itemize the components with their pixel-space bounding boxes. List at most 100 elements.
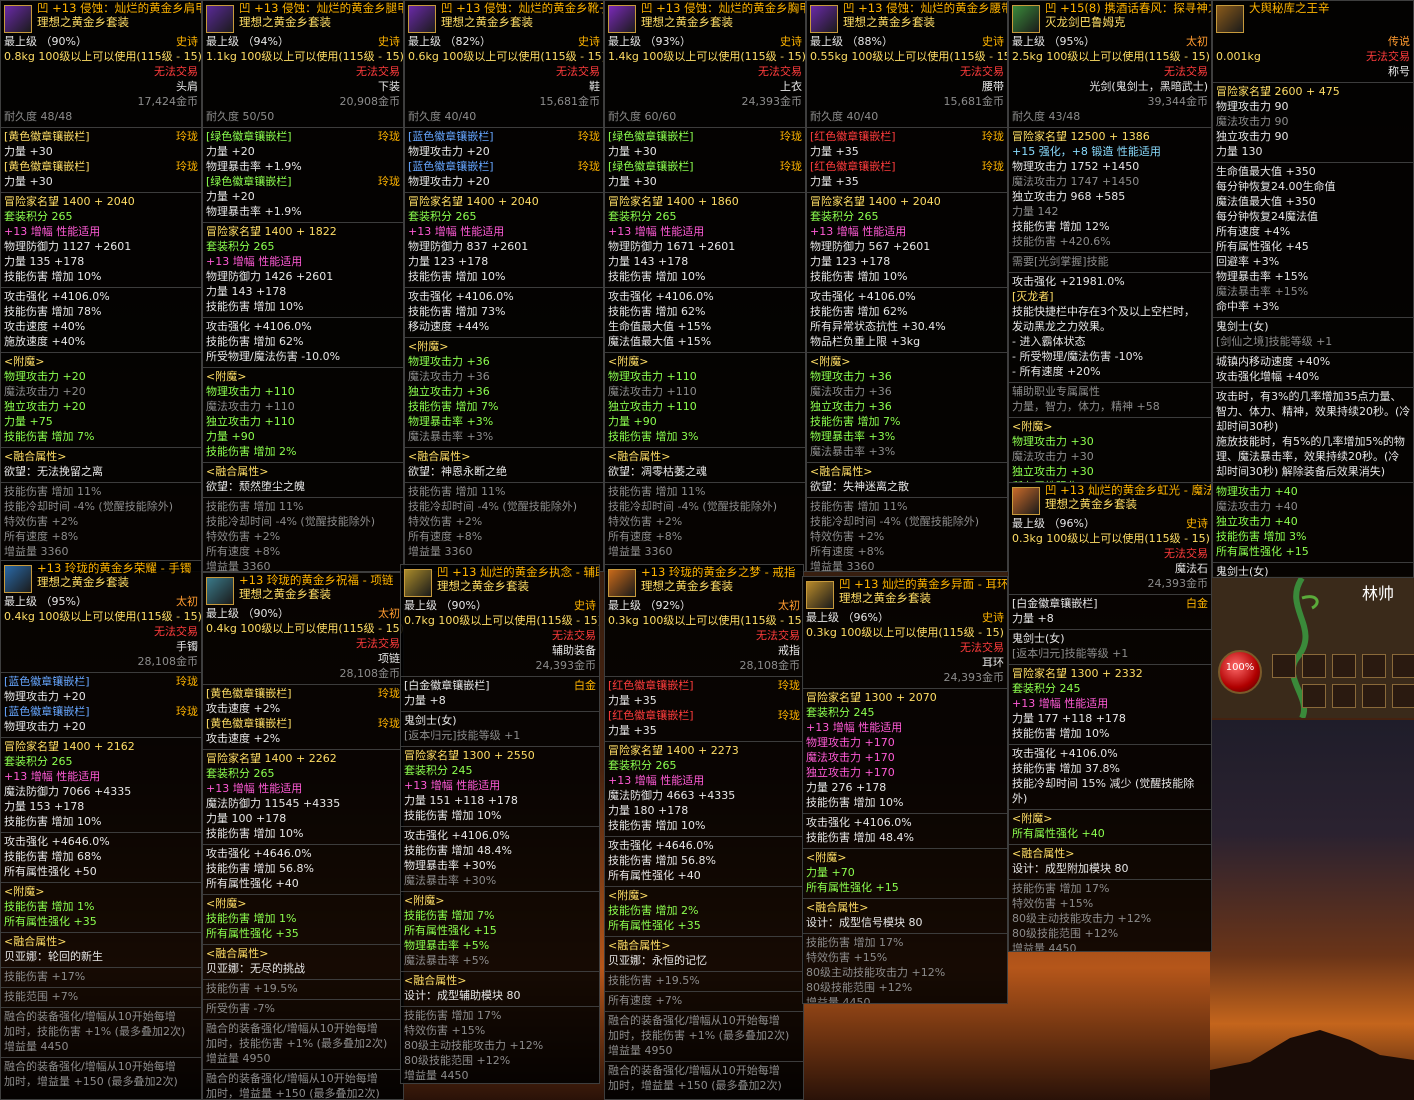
stat-value: 玲珑 [176, 705, 198, 718]
tooltip-divider [803, 933, 1007, 934]
stat-line: 物理攻击力 +20 [405, 145, 603, 160]
stat-text: +13 增幅 性能适用 [4, 225, 101, 238]
stat-text: [蓝色徽章镶嵌栏] [408, 160, 494, 173]
tooltip-divider [203, 317, 403, 318]
stat-text: 所有属性强化 +35 [608, 919, 701, 932]
stat-line: 力量 +35 [605, 694, 803, 709]
stat-text: 技能伤害 增加 10% [608, 819, 706, 832]
stat-text: 技能伤害 增加 37.8% [1012, 762, 1120, 775]
item-tooltip: 凹 +13 侵蚀：灿烂的黄金乡肩甲 理想之黄金乡套装 最上级 （90%） 史诗 0.8k… [0, 0, 202, 572]
skill-slot[interactable] [1362, 684, 1386, 708]
tooltip-header: 凹 +13 侵蚀：灿烂的黄金乡肩甲 理想之黄金乡套装 [1, 1, 201, 35]
stat-line: 最上级 （94%） 史诗 [203, 35, 403, 50]
stat-value: 太初 [778, 599, 800, 612]
stat-line: 技能伤害 增加 11% [405, 485, 603, 500]
stat-line: 技能伤害 增加 10% [605, 819, 803, 834]
stat-line: 力量 130 [1213, 145, 1413, 160]
stat-value: 头肩 [176, 80, 198, 93]
stat-text: 融合的装备强化/增幅从10开始每增 [4, 1010, 176, 1023]
stat-value: 24,393金币 [1147, 577, 1209, 590]
stat-line: 技能范围 +7% [1, 990, 201, 1005]
item-name: 凹 +13 灿烂的黄金乡异面 - 耳环 [839, 577, 1007, 591]
item-name: 凹 +13 侵蚀：灿烂的黄金乡胸甲 [641, 1, 805, 15]
stat-value: 辅助装备 [552, 644, 596, 657]
stat-line: 增益量 3360 [1, 545, 201, 560]
stat-text: 力量 143 +178 [608, 255, 689, 268]
stat-line: 耐久度 60/60 [605, 110, 805, 125]
stat-text: 套装积分 245 [404, 764, 473, 777]
stat-text: 最上级 （93%） [608, 35, 691, 48]
skill-slot[interactable] [1302, 654, 1326, 678]
stat-text: 耐久度 40/40 [810, 110, 879, 123]
skill-slot[interactable] [1332, 654, 1356, 678]
stat-line: 增益量 4450 [1009, 942, 1211, 951]
stat-line: 欲望：颓然堕尘之魄 [203, 480, 403, 495]
tooltip-header: +13 玲珑的黄金乡荣耀 - 手镯 理想之黄金乡套装 [1, 561, 201, 595]
stat-text: 物理暴击率 +3% [810, 430, 896, 443]
stat-text: 攻击强化 +4106.0% [810, 290, 916, 303]
stat-text: 所有属性强化 +40 [206, 877, 299, 890]
stat-line: +13 增幅 性能适用 [605, 225, 805, 240]
stat-line: 技能伤害 增加 7% [1, 430, 201, 445]
stat-text: 0.3kg 100级以上可以使用(115级 - 15) [806, 626, 1004, 639]
stat-text: 技能冷却时间 -4% (觉醒技能除外) [4, 500, 173, 513]
skill-slot[interactable] [1392, 684, 1414, 708]
item-icon [408, 5, 436, 33]
item-set-name: 理想之黄金乡套装 [641, 15, 733, 29]
stat-line: 魔法暴击率 +3% [405, 430, 603, 445]
stat-value: 称号 [1388, 65, 1410, 78]
stat-line: 力量 123 +178 [405, 255, 603, 270]
stat-text: 所有属性强化 +40 [608, 869, 701, 882]
stat-text: [白金徽章镶嵌栏] [404, 679, 490, 692]
stat-text: 融合的装备强化/增幅从10开始每增 [206, 1022, 378, 1035]
stat-line: 80级技能范围 +12% [401, 1054, 599, 1069]
stat-line: 技能伤害 增加 68% [1, 850, 201, 865]
stat-text: 所有速度 +8% [206, 545, 281, 558]
stat-line: 无法交易 [1, 65, 201, 80]
tooltip-divider [1, 967, 201, 968]
stat-line: +13 增幅 性能适用 [203, 255, 403, 270]
stat-text: 物理攻击力 +20 [4, 690, 86, 703]
stat-text: 技能冷却时间 -4% (觉醒技能除外) [408, 500, 577, 513]
stat-line: 技能伤害 增加 17% [1009, 882, 1211, 897]
stat-line: 鬼剑士(女) [1009, 632, 1211, 647]
stat-text: 设计：成型附加模块 80 [1012, 862, 1129, 875]
stat-text: 最上级 （90%） [206, 607, 289, 620]
stat-line: 冒险家名望 1300 + 2070 [803, 691, 1007, 706]
skill-slot[interactable] [1332, 684, 1356, 708]
stat-line: +13 增幅 性能适用 [405, 225, 603, 240]
stat-line: 技能伤害 增加 17% [401, 1009, 599, 1024]
skill-slot[interactable] [1392, 654, 1414, 678]
stat-line: 特效伤害 +2% [807, 530, 1007, 545]
stat-line: 技能伤害 增加 10% [1, 270, 201, 285]
stat-line: 力量 135 +178 [1, 255, 201, 270]
stat-text: 增益量 4450 [404, 1069, 469, 1082]
stat-text: 攻击强化 +4106.0% [1012, 747, 1118, 760]
stat-line: 称号 [1213, 65, 1413, 80]
stat-text: 0.7kg 100级以上可以使用(115级 - 15) [404, 614, 599, 627]
stat-line: 增益量 4950 [605, 1044, 803, 1059]
stat-text: 鬼剑士(女) [1216, 565, 1269, 578]
stat-text: 独立攻击力 968 +585 [1012, 190, 1126, 203]
stat-text: 魔法攻击力 +36 [408, 370, 490, 383]
stat-line: 0.3kg 100级以上可以使用(115级 - 15) [605, 614, 803, 629]
stat-line: 技能伤害 增加 10% [807, 270, 1007, 285]
stat-text: 贝亚娜：永恒的记忆 [608, 954, 707, 967]
tooltip-divider [1009, 879, 1211, 880]
stat-line: 技能伤害 增加 62% [807, 305, 1007, 320]
item-tooltip: 凹 +13 灿烂的黄金乡异面 - 耳环 理想之黄金乡套装 最上级 （96%） 史诗 0.… [802, 576, 1008, 1004]
item-tooltip: +13 玲珑的黄金乡之梦 - 戒指 理想之黄金乡套装 最上级 （92%） 太初 0.3k… [604, 564, 804, 1100]
stat-line: 魔法攻击力 +20 [1, 385, 201, 400]
skill-slot[interactable] [1272, 654, 1296, 678]
stat-line: 攻击时，有3%的几率增加35点力量、 [1213, 390, 1413, 405]
skill-slot[interactable] [1362, 654, 1386, 678]
stat-line: 冒险家名望 1400 + 2273 [605, 744, 803, 759]
stat-line: 技能伤害 增加 7% [807, 415, 1007, 430]
stat-text: 鬼剑士(女) [404, 714, 457, 727]
tooltip-divider [1, 672, 201, 673]
stat-text: 最上级 （90%） [404, 599, 487, 612]
stat-line: 力量 123 +178 [807, 255, 1007, 270]
skill-slot[interactable] [1302, 684, 1326, 708]
stat-line: 发动黑龙之力效果。 [1009, 320, 1211, 335]
stat-text: 力量 +30 [4, 145, 53, 158]
